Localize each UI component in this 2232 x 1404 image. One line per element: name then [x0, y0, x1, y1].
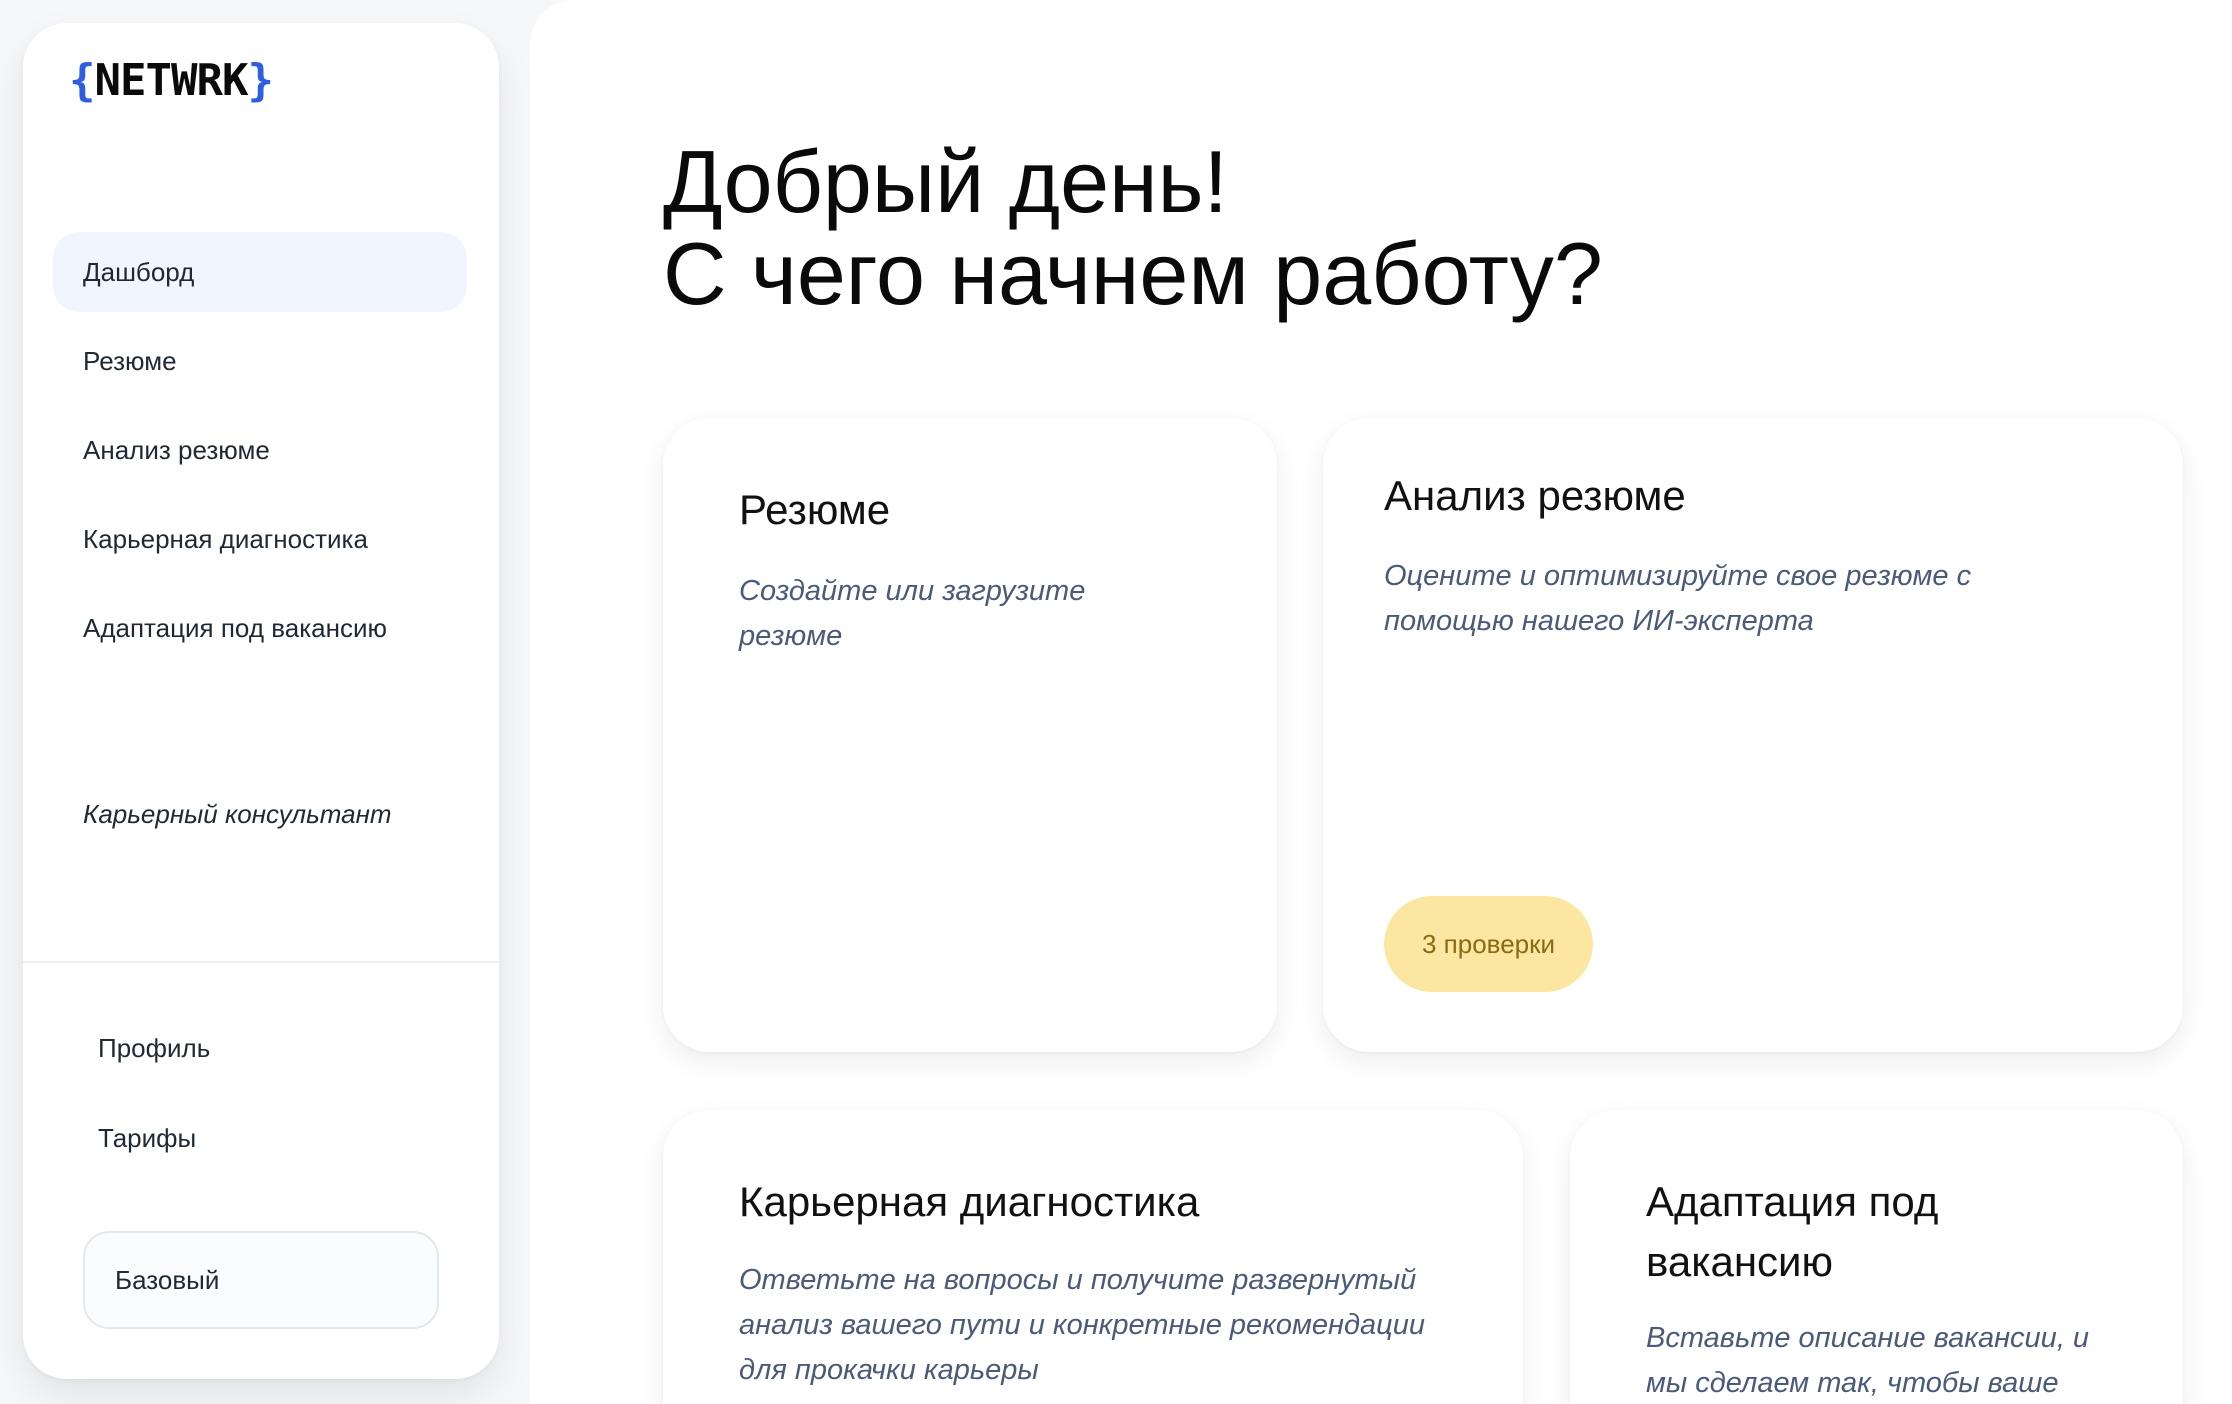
sidebar-item-tariffs[interactable]: Тарифы	[98, 1123, 210, 1159]
sidebar-item-dashboard[interactable]: Дашборд	[53, 232, 467, 312]
card-career-diagnostics[interactable]: Карьерная диагностика Ответьте на вопрос…	[663, 1110, 1523, 1404]
current-plan-label: Базовый	[115, 1264, 220, 1295]
greeting-line-1: Добрый день!	[663, 132, 1228, 231]
card-resume[interactable]: Резюме Создайте или загрузите резюме	[663, 418, 1277, 1052]
card-title: Резюме	[739, 486, 891, 533]
logo-name: NETWRK	[94, 55, 249, 106]
sidebar: {NETWRK} Дашборд Резюме Анализ резюме Ка…	[23, 23, 499, 1379]
sidebar-bottom-nav: Профиль Тарифы	[98, 1033, 210, 1213]
sidebar-item-resume-analysis[interactable]: Анализ резюме	[53, 410, 467, 490]
sidebar-item-label: Адаптация под вакансию	[83, 612, 387, 643]
card-description: Ответьте на вопросы и получите развернут…	[739, 1264, 1425, 1386]
checks-count-badge[interactable]: 3 проверки	[1384, 896, 1594, 992]
card-description: Оцените и оптимизируйте свое резюме с по…	[1384, 560, 1972, 637]
sidebar-item-label: Резюме	[83, 345, 177, 376]
sidebar-item-resume[interactable]: Резюме	[53, 321, 467, 401]
card-description: Вставьте описание вакансии, и мы сделаем…	[1646, 1322, 2090, 1399]
card-description: Создайте или загрузите резюме	[739, 575, 1086, 652]
sidebar-item-profile[interactable]: Профиль	[98, 1033, 210, 1069]
sidebar-item-label: Дашборд	[83, 256, 195, 287]
sidebar-item-career-consultant[interactable]: Карьерный консультант	[83, 799, 392, 830]
main-content: Добрый день! С чего начнем работу? Резюм…	[530, 0, 2232, 1404]
card-title: Карьерная диагностика	[739, 1178, 1200, 1225]
sidebar-divider	[23, 961, 499, 963]
logo[interactable]: {NETWRK}	[69, 59, 274, 103]
card-title: Анализ резюме	[1384, 472, 1686, 519]
card-vacancy-adaptation[interactable]: Адаптация под вакансию Вставьте описание…	[1570, 1110, 2183, 1404]
sidebar-item-label: Карьерная диагностика	[83, 523, 368, 554]
current-plan-button[interactable]: Базовый	[83, 1231, 439, 1329]
sidebar-item-vacancy-adaptation[interactable]: Адаптация под вакансию	[53, 588, 467, 668]
card-resume-analysis[interactable]: Анализ резюме Оцените и оптимизируйте св…	[1323, 418, 2183, 1052]
card-title: Адаптация под вакансию	[1646, 1178, 1939, 1285]
sidebar-item-career-diagnostics[interactable]: Карьерная диагностика	[53, 499, 467, 579]
page-title: Добрый день! С чего начнем работу?	[663, 136, 1603, 320]
sidebar-item-label: Анализ резюме	[83, 434, 270, 465]
greeting-line-2: С чего начнем работу?	[663, 224, 1603, 323]
sidebar-nav: Дашборд Резюме Анализ резюме Карьерная д…	[53, 232, 467, 677]
logo-close-brace: }	[247, 55, 273, 106]
logo-open-brace: {	[69, 55, 95, 106]
